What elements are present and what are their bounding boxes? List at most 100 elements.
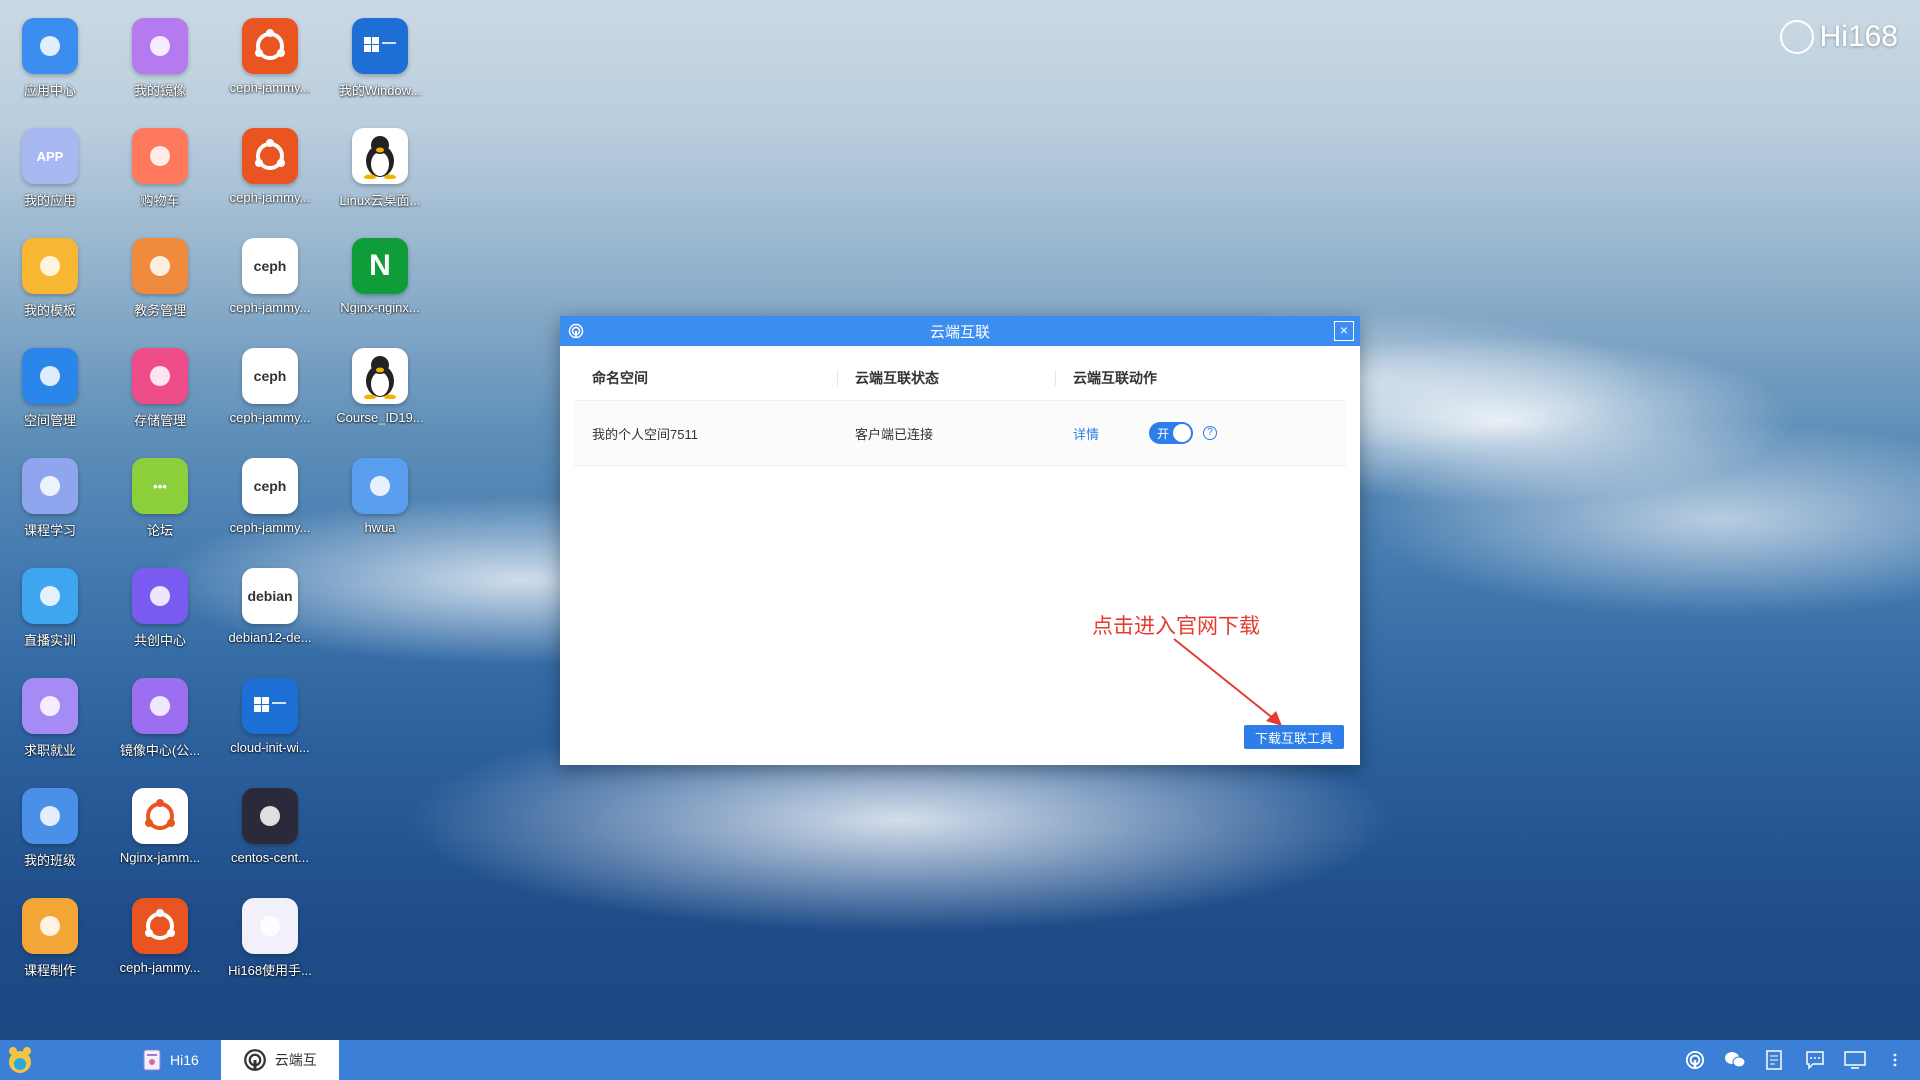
ubuntu-icon: [242, 18, 298, 74]
desktop-icon-label: centos-cent...: [230, 850, 310, 865]
desktop-icon[interactable]: ceph-jammy...: [218, 128, 322, 232]
desktop-icon[interactable]: centos-cent...: [218, 788, 322, 892]
desktop-icon[interactable]: 课程制作: [0, 898, 102, 1002]
desktop-icon[interactable]: 购物车: [108, 128, 212, 232]
desktop-icon-label: 求职就业: [23, 743, 76, 758]
taskbar: Hi16 云端互: [0, 1040, 1920, 1080]
desktop-icon[interactable]: N Nginx-nginx...: [328, 238, 432, 342]
debian-icon: debian: [242, 568, 298, 624]
desktop-icon-label: 我的模板: [23, 303, 76, 318]
column-header-status: 云端互联状态: [837, 368, 1055, 388]
desktop-icon-label: hwua: [364, 520, 396, 535]
desktop-icon-label: ceph-jammy...: [119, 960, 201, 975]
desktop-icon[interactable]: ceph ceph-jammy...: [218, 458, 322, 562]
detail-link[interactable]: 详情: [1073, 424, 1099, 443]
mirror-center-icon: [132, 678, 188, 734]
taskbar-item-cloud-link[interactable]: 云端互: [220, 1040, 339, 1080]
desktop-icon-label: 应用中心: [23, 83, 76, 98]
live-icon: [22, 568, 78, 624]
cloud-link-icon[interactable]: [1684, 1049, 1706, 1071]
more-icon[interactable]: [1884, 1049, 1906, 1071]
icon-glyph: ceph: [253, 478, 287, 494]
desktop-icon[interactable]: ••• 论坛: [108, 458, 212, 562]
taskbar-item-label: Hi16: [170, 1052, 199, 1068]
desktop-icon[interactable]: ceph-jammy...: [108, 898, 212, 1002]
desktop-icon[interactable]: 应用中心: [0, 18, 102, 122]
desktop-icon[interactable]: 直播实训: [0, 568, 102, 672]
cocreate-icon: [132, 568, 188, 624]
bear-logo-icon: [1779, 20, 1814, 54]
ceph-icon: ceph: [242, 238, 298, 294]
desktop-icon-label: ceph-jammy...: [229, 410, 311, 425]
chat-icon[interactable]: [1804, 1049, 1826, 1071]
desktop-icon[interactable]: 我的班级: [0, 788, 102, 892]
column-header-namespace: 命名空间: [592, 370, 648, 386]
desktop-icon-label: 课程制作: [23, 963, 76, 978]
ubuntu-icon: [132, 788, 188, 844]
desktop-icon[interactable]: APP 我的应用: [0, 128, 102, 232]
course-icon: [22, 458, 78, 514]
desktop-icon[interactable]: 空间管理: [0, 348, 102, 452]
desktop-icon[interactable]: ceph ceph-jammy...: [218, 238, 322, 342]
desktop-icon[interactable]: cloud-init-wi...: [218, 678, 322, 782]
desktop-icon[interactable]: debian debian12-de...: [218, 568, 322, 672]
centos-icon: [242, 788, 298, 844]
desktop-icon-label: Hi168使用手...: [228, 963, 312, 978]
icon-glyph: debian: [247, 588, 293, 604]
desktop-icon-label: 我的班级: [23, 853, 76, 868]
ubuntu-icon: [132, 898, 188, 954]
hwua-icon: [352, 458, 408, 514]
job-icon: [22, 678, 78, 734]
start-button[interactable]: [0, 1040, 40, 1080]
cloud-link-icon: [243, 1049, 266, 1071]
download-tool-button[interactable]: 下载互联工具: [1244, 725, 1344, 749]
desktop-icon[interactable]: hwua: [328, 458, 432, 562]
desktop-icon[interactable]: Nginx-jamm...: [108, 788, 212, 892]
taskbar-item-hi168[interactable]: Hi16: [120, 1040, 221, 1080]
brand-text: Hi168: [1819, 20, 1898, 53]
ceph-icon: ceph: [242, 348, 298, 404]
desktop-icon[interactable]: 课程学习: [0, 458, 102, 562]
desktop-icon[interactable]: 镜像中心(公...: [108, 678, 212, 782]
app-center-icon: [22, 18, 78, 74]
linux-icon: [352, 348, 408, 404]
desktop-icon[interactable]: Course_ID19...: [328, 348, 432, 452]
desktop-icon-label: 空间管理: [23, 413, 76, 428]
nginx-icon: N: [352, 238, 408, 294]
notes-icon[interactable]: [1764, 1049, 1786, 1071]
desktop-icon[interactable]: 教务管理: [108, 238, 212, 342]
cart-icon: [132, 128, 188, 184]
icon-glyph: N: [369, 249, 391, 282]
desktop-icon-label: ceph-jammy...: [229, 190, 311, 205]
dialog-title: 云端互联: [929, 323, 990, 341]
brand-logo: Hi168: [1779, 20, 1898, 54]
desktop-icon[interactable]: 我的Window...: [328, 18, 432, 122]
desktop-icon[interactable]: ceph-jammy...: [218, 18, 322, 122]
close-button[interactable]: ×: [1334, 321, 1354, 341]
dialog-titlebar[interactable]: 云端互联 ×: [560, 316, 1360, 346]
desktop-icon-label: cloud-init-wi...: [230, 740, 310, 755]
desktop-icon-label: Nginx-jamm...: [119, 850, 201, 865]
desktop-icon[interactable]: ceph ceph-jammy...: [218, 348, 322, 452]
mirror-icon: [132, 18, 188, 74]
desktop-icon[interactable]: Hi168使用手...: [218, 898, 322, 1002]
wechat-icon[interactable]: [1724, 1049, 1746, 1071]
desktop-icon[interactable]: Linux云桌面...: [328, 128, 432, 232]
desktop-icon[interactable]: 求职就业: [0, 678, 102, 782]
cloud-link-icon: [568, 323, 584, 339]
desktop-icon-label: 共创中心: [133, 633, 186, 648]
desktop-icon[interactable]: 我的模板: [0, 238, 102, 342]
desktop-icon[interactable]: 我的镜像: [108, 18, 212, 122]
desktop-icon[interactable]: 存储管理: [108, 348, 212, 452]
annotation-arrow-icon: [1173, 638, 1282, 726]
forum-icon: •••: [132, 458, 188, 514]
table-header: 命名空间 云端互联状态 云端互联动作: [574, 356, 1346, 401]
desktop-icon-label: 存储管理: [133, 413, 186, 428]
desktop-icon-label: 购物车: [140, 193, 180, 208]
folder-icon: [22, 238, 78, 294]
connect-toggle[interactable]: 开: [1149, 422, 1194, 444]
desktop-icon[interactable]: 共创中心: [108, 568, 212, 672]
monitor-icon[interactable]: [1844, 1049, 1866, 1071]
help-icon[interactable]: ?: [1203, 426, 1218, 440]
storage-icon: [132, 348, 188, 404]
